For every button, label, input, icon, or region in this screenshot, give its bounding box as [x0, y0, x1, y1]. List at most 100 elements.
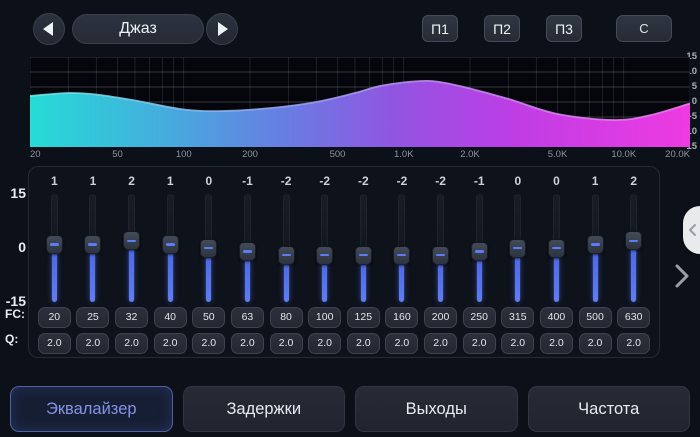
- band-gain-value: -2: [435, 170, 446, 192]
- slider-thumb[interactable]: [278, 246, 295, 265]
- fc-chip[interactable]: 125: [347, 307, 380, 328]
- slider-thumb[interactable]: [239, 242, 256, 261]
- q-chip[interactable]: 2.0: [76, 333, 109, 354]
- gain-slider[interactable]: [421, 192, 460, 304]
- tab-outputs[interactable]: Выходы: [355, 386, 518, 432]
- preset-prev-button[interactable]: [33, 13, 65, 45]
- fc-chip[interactable]: 500: [579, 307, 612, 328]
- slider-thumb[interactable]: [162, 235, 179, 254]
- slider-thumb[interactable]: [316, 246, 333, 265]
- fc-chip[interactable]: 40: [154, 307, 187, 328]
- slider-thumb[interactable]: [625, 231, 642, 250]
- fc-chip[interactable]: 315: [501, 307, 534, 328]
- more-bands-chevron-icon[interactable]: [672, 262, 692, 290]
- x-tick-label: 2.0K: [460, 149, 480, 160]
- fc-chip[interactable]: 630: [617, 307, 650, 328]
- preset-next-button[interactable]: [206, 13, 238, 45]
- slider-thumb[interactable]: [587, 235, 604, 254]
- gain-slider[interactable]: [614, 192, 653, 304]
- gain-slider[interactable]: [576, 192, 615, 304]
- fc-chip[interactable]: 20: [38, 307, 71, 328]
- fc-chip[interactable]: 80: [270, 307, 303, 328]
- slider-thumb[interactable]: [200, 239, 217, 258]
- gain-slider[interactable]: [344, 192, 383, 304]
- fc-chip[interactable]: 63: [231, 307, 264, 328]
- preset-selector[interactable]: Джаз: [72, 14, 204, 44]
- slider-fill: [399, 260, 404, 302]
- q-chip[interactable]: 2.0: [154, 333, 187, 354]
- band-gain-value: -2: [281, 170, 292, 192]
- fc-chip[interactable]: 25: [76, 307, 109, 328]
- q-cell: 2.0: [151, 330, 190, 356]
- memory-preset-button-3[interactable]: П3: [546, 15, 582, 42]
- eq-band-32hz: 2 32 2.0: [112, 170, 151, 357]
- slider-thumb[interactable]: [355, 246, 372, 265]
- fc-cell: 200: [421, 304, 460, 330]
- q-label: Q:: [5, 332, 29, 346]
- fc-chip[interactable]: 400: [540, 307, 573, 328]
- slider-fill: [631, 246, 636, 302]
- gain-slider[interactable]: [499, 192, 538, 304]
- thumb-dash: [204, 247, 213, 250]
- side-drawer-handle[interactable]: [683, 206, 700, 254]
- eq-band-160hz: -21602.0: [383, 170, 422, 357]
- gain-slider[interactable]: [383, 192, 422, 304]
- thumb-dash: [629, 240, 638, 243]
- band-gain-value: 1: [90, 170, 97, 192]
- q-chip[interactable]: 2.0: [308, 333, 341, 354]
- fc-chip[interactable]: 200: [424, 307, 457, 328]
- memory-preset-button-1[interactable]: П1: [422, 15, 458, 42]
- fc-chip[interactable]: 100: [308, 307, 341, 328]
- reset-button[interactable]: C: [616, 15, 672, 42]
- gain-slider[interactable]: [537, 192, 576, 304]
- tab-frequency[interactable]: Частота: [528, 386, 691, 432]
- q-chip[interactable]: 2.0: [501, 333, 534, 354]
- q-chip[interactable]: 2.0: [38, 333, 71, 354]
- slider-thumb[interactable]: [84, 235, 101, 254]
- gain-scale-label: 0: [0, 239, 26, 255]
- q-chip[interactable]: 2.0: [617, 333, 650, 354]
- slider-thumb[interactable]: [393, 246, 410, 265]
- slider-thumb[interactable]: [509, 239, 526, 258]
- band-gain-value: 2: [128, 170, 135, 192]
- slider-fill: [245, 257, 250, 302]
- q-chip[interactable]: 2.0: [540, 333, 573, 354]
- eq-band-315hz: 03152.0: [499, 170, 538, 357]
- tab-equalizer[interactable]: Эквалайзер: [10, 386, 173, 432]
- fc-cell: 630: [614, 304, 653, 330]
- gain-slider[interactable]: [460, 192, 499, 304]
- gain-slider[interactable]: [228, 192, 267, 304]
- q-chip[interactable]: 2.0: [579, 333, 612, 354]
- fc-chip[interactable]: 250: [463, 307, 496, 328]
- gain-slider[interactable]: [74, 192, 113, 304]
- fc-chip[interactable]: 32: [115, 307, 148, 328]
- slider-thumb[interactable]: [548, 239, 565, 258]
- q-chip[interactable]: 2.0: [463, 333, 496, 354]
- q-chip[interactable]: 2.0: [231, 333, 264, 354]
- tab-delays[interactable]: Задержки: [183, 386, 346, 432]
- fc-chip[interactable]: 160: [385, 307, 418, 328]
- q-chip[interactable]: 2.0: [347, 333, 380, 354]
- q-chip[interactable]: 2.0: [424, 333, 457, 354]
- eq-band-500hz: 15002.0: [576, 170, 615, 357]
- memory-preset-button-2[interactable]: П2: [484, 15, 520, 42]
- gain-slider[interactable]: [305, 192, 344, 304]
- slider-thumb[interactable]: [123, 231, 140, 250]
- fc-chip[interactable]: 50: [192, 307, 225, 328]
- thumb-dash: [320, 254, 329, 257]
- q-chip[interactable]: 2.0: [270, 333, 303, 354]
- gain-slider[interactable]: [35, 192, 74, 304]
- thumb-dash: [513, 247, 522, 250]
- gain-slider[interactable]: [112, 192, 151, 304]
- q-chip[interactable]: 2.0: [385, 333, 418, 354]
- gain-slider[interactable]: [190, 192, 229, 304]
- slider-thumb[interactable]: [471, 242, 488, 261]
- slider-thumb[interactable]: [432, 246, 449, 265]
- q-chip[interactable]: 2.0: [115, 333, 148, 354]
- q-chip[interactable]: 2.0: [192, 333, 225, 354]
- band-gain-value: 1: [51, 170, 58, 192]
- slider-thumb[interactable]: [46, 235, 63, 254]
- gain-slider[interactable]: [267, 192, 306, 304]
- fc-cell: 500: [576, 304, 615, 330]
- gain-slider[interactable]: [151, 192, 190, 304]
